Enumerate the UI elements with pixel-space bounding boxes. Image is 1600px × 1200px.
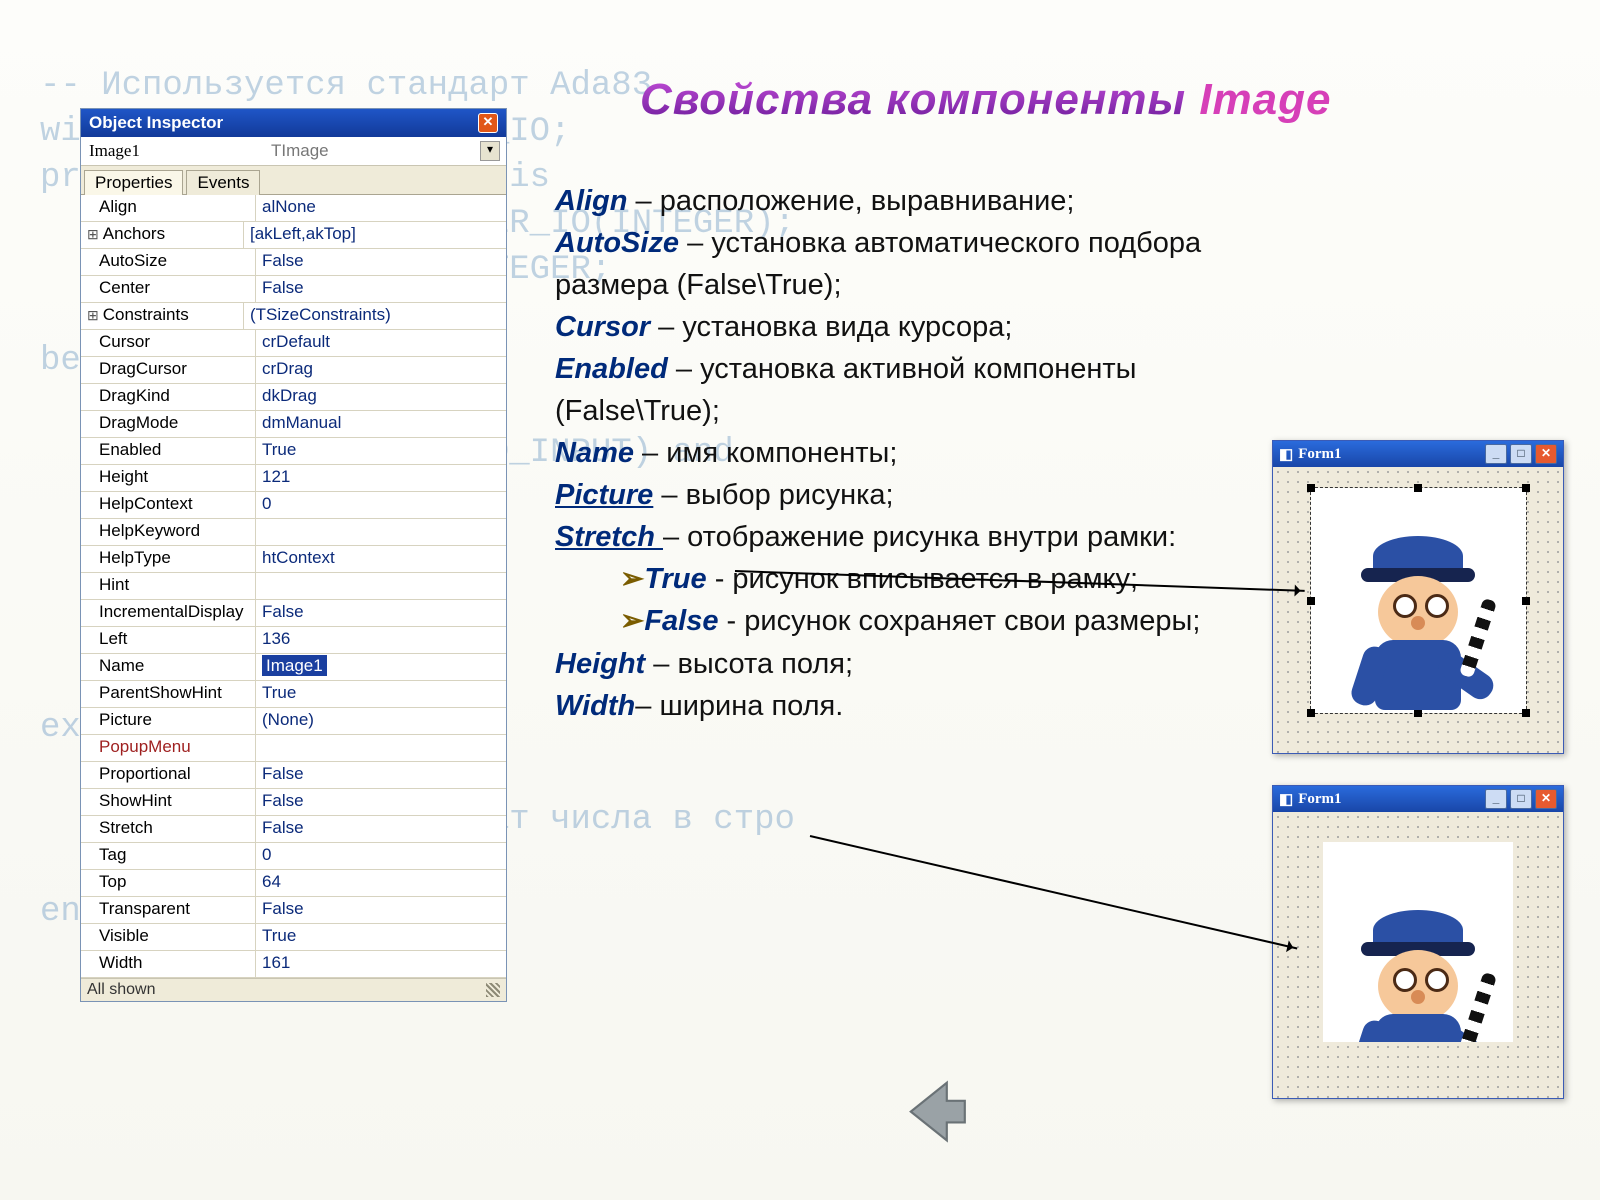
property-row[interactable]: Picture(None) [81,708,506,735]
property-row[interactable]: VisibleTrue [81,924,506,951]
object-inspector-window: Object Inspector ✕ TImage ▾ Properties E… [80,108,507,1002]
property-row[interactable]: Left136 [81,627,506,654]
image-component-selected[interactable] [1310,487,1527,714]
arrow-false [810,835,1298,949]
component-class: TImage [271,141,329,161]
property-row[interactable]: HelpTypehtContext [81,546,506,573]
property-row[interactable]: TransparentFalse [81,897,506,924]
property-row[interactable]: ProportionalFalse [81,762,506,789]
form-caption: Form1 [1298,446,1341,463]
property-row[interactable]: PopupMenu [81,735,506,762]
slide-title: Свойства компоненты Image [640,75,1332,125]
image-component-clipped [1323,842,1513,1042]
property-row[interactable]: HelpContext0 [81,492,506,519]
property-row[interactable]: Constraints(TSizeConstraints) [81,303,506,330]
dropdown-icon[interactable]: ▾ [480,141,500,161]
property-row[interactable]: IncrementalDisplayFalse [81,600,506,627]
status-text: All shown [87,981,155,999]
property-row[interactable]: StretchFalse [81,816,506,843]
property-row[interactable]: Hint [81,573,506,600]
property-row[interactable]: Anchors[akLeft,akTop] [81,222,506,249]
property-row[interactable]: Height121 [81,465,506,492]
inspector-title: Object Inspector [89,113,223,133]
property-row[interactable]: DragKinddkDrag [81,384,506,411]
close-icon[interactable]: ✕ [478,113,498,133]
property-row[interactable]: Tag0 [81,843,506,870]
maximize-icon[interactable]: □ [1510,444,1532,464]
form-window-stretched: ◧ Form1 _ □ ✕ [1272,440,1564,754]
property-row[interactable]: AlignalNone [81,195,506,222]
property-row[interactable]: CursorcrDefault [81,330,506,357]
property-row[interactable]: AutoSizeFalse [81,249,506,276]
property-row[interactable]: NameImage1 [81,654,506,681]
property-grid[interactable]: AlignalNoneAnchors[akLeft,akTop]AutoSize… [81,195,506,978]
close-icon[interactable]: ✕ [1535,789,1557,809]
description-text: Align – расположение, выравнивание; Auto… [555,180,1255,727]
policeman-image [1343,902,1493,1042]
minimize-icon[interactable]: _ [1485,444,1507,464]
tab-events[interactable]: Events [186,170,260,195]
close-icon[interactable]: ✕ [1535,444,1557,464]
maximize-icon[interactable]: □ [1510,789,1532,809]
property-row[interactable]: DragModedmManual [81,411,506,438]
app-icon: ◧ [1279,445,1293,464]
resize-grip-icon[interactable] [486,983,500,997]
form-window-unstretched: ◧ Form1 _ □ ✕ [1272,785,1564,1099]
property-row[interactable]: EnabledTrue [81,438,506,465]
property-row[interactable]: Width161 [81,951,506,978]
property-row[interactable]: DragCursorcrDrag [81,357,506,384]
property-row[interactable]: Top64 [81,870,506,897]
property-row[interactable]: ShowHintFalse [81,789,506,816]
property-row[interactable]: HelpKeyword [81,519,506,546]
component-selector[interactable] [87,140,241,162]
form-caption: Form1 [1298,791,1341,808]
property-row[interactable]: CenterFalse [81,276,506,303]
minimize-icon[interactable]: _ [1485,789,1507,809]
property-row[interactable]: ParentShowHintTrue [81,681,506,708]
app-icon: ◧ [1279,790,1293,809]
policeman-image [1343,528,1493,713]
back-button[interactable] [900,1072,972,1144]
tab-properties[interactable]: Properties [84,170,183,195]
